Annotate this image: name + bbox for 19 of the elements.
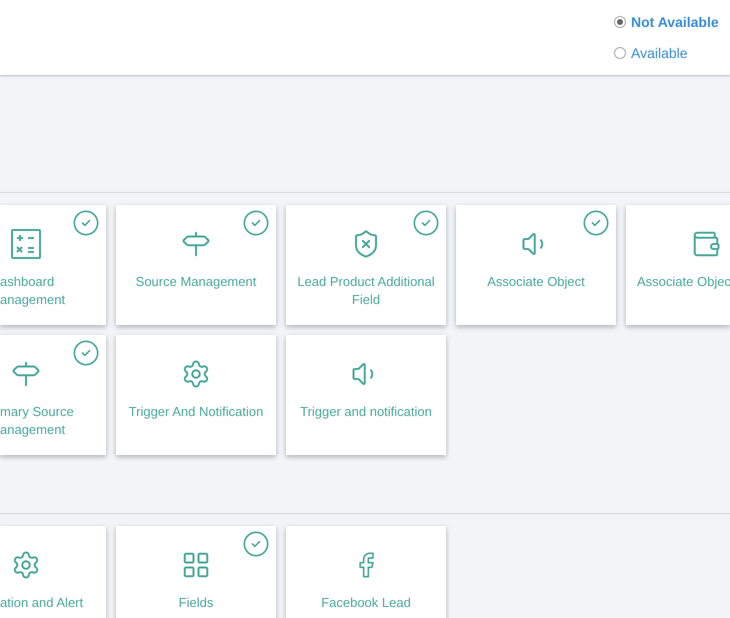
module-card[interactable]: Source Management	[116, 205, 276, 325]
module-card[interactable]: mary Source anagement	[0, 335, 106, 455]
signpost-icon	[181, 229, 211, 259]
module-card[interactable]: Associate Object	[456, 205, 616, 325]
availability-radio[interactable]: Not Available	[614, 12, 730, 32]
module-card[interactable]: ation and Alert	[0, 526, 106, 618]
wallet-icon	[691, 229, 721, 259]
calculator-icon	[11, 229, 41, 259]
module-card[interactable]: Facebook Lead	[286, 526, 446, 618]
module-card[interactable]: Trigger and notification	[286, 335, 446, 455]
availability-radio[interactable]: Available	[614, 43, 730, 63]
gear-icon	[11, 550, 41, 580]
module-card[interactable]: Lead Product Additional Field	[286, 205, 446, 325]
signpost-icon	[11, 359, 41, 389]
module-card[interactable]: Fields	[116, 526, 276, 618]
module-card[interactable]: ashboard anagement	[0, 205, 106, 325]
gear-icon	[181, 359, 211, 389]
grid-icon	[181, 550, 211, 580]
module-card[interactable]: Trigger And Notification	[116, 335, 276, 455]
